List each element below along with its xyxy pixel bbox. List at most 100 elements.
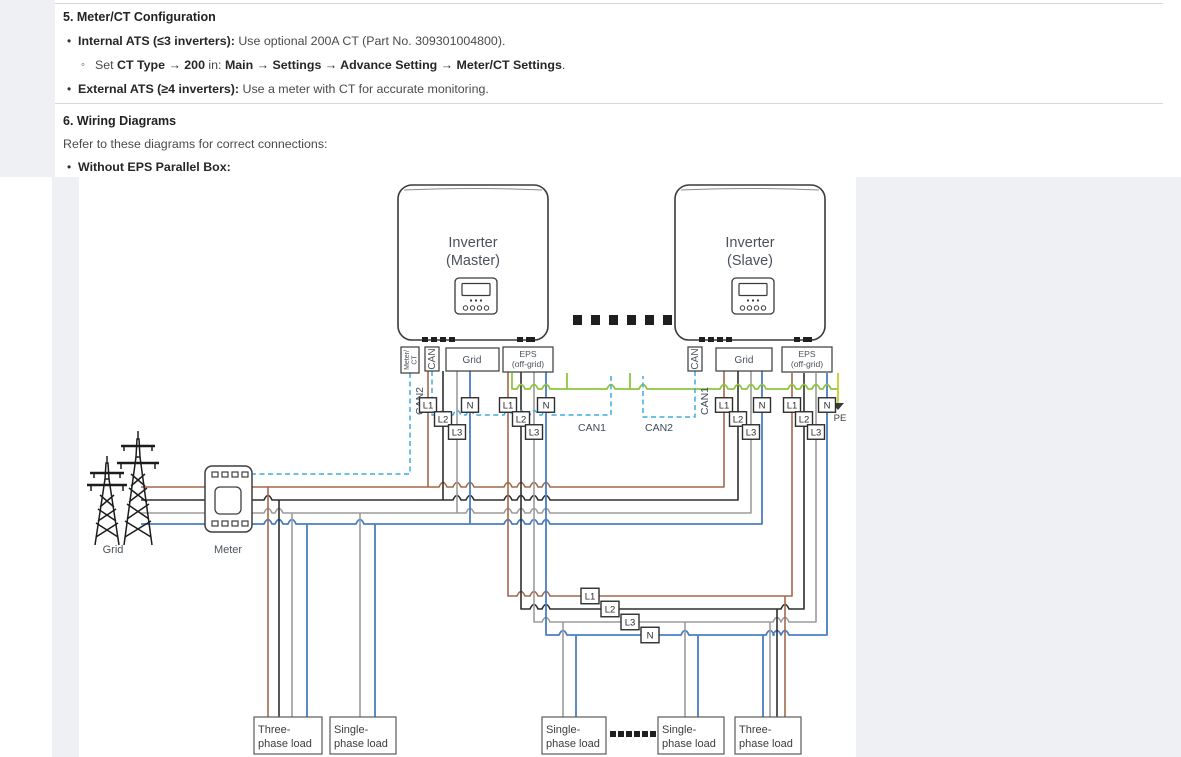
grid-label: Grid: [103, 544, 124, 556]
wiring-diagram-image: Inverter (Master) Inverter (Slave): [79, 177, 856, 757]
terminal-label-text: L3: [529, 427, 540, 438]
bullet1-text: Use optional 200A CT (Part No. 309301004…: [235, 34, 505, 48]
terminal-label-text: L1: [787, 400, 798, 411]
meter-label: Meter: [214, 544, 242, 556]
terminal-label-l2: L2: [601, 601, 619, 617]
sub-end: .: [562, 58, 565, 72]
port-eps-label-1: EPS: [519, 349, 536, 359]
bullet2-text: Use a meter with CT for accurate monitor…: [239, 82, 489, 96]
port-meterct-label-2: CT: [412, 355, 419, 365]
terminal-label-text: L2: [799, 414, 810, 425]
grid-towers-icon: [87, 431, 159, 545]
load-label: Three-: [258, 724, 291, 736]
left-gutter: [0, 0, 55, 177]
terminal-label-l3: L3: [526, 425, 543, 440]
port-can-label: CAN: [690, 348, 701, 369]
can1-link-label: CAN1: [578, 422, 606, 434]
load-label: Three-: [739, 724, 772, 736]
load-label: Single-: [546, 724, 581, 736]
sub-bold2: Main → Settings → Advance Setting → Mete…: [225, 58, 562, 72]
wire: [512, 373, 838, 389]
terminal-label-l3: L3: [808, 425, 825, 440]
section-divider: [55, 103, 1163, 104]
port-can-label: CAN: [427, 348, 438, 369]
terminal-label-text: L2: [605, 604, 616, 615]
terminal-label-text: L2: [516, 414, 527, 425]
more-loads-ellipsis: [610, 731, 656, 737]
inverter-master-label-2: (Master): [446, 253, 500, 269]
can2-link-label: CAN2: [645, 422, 673, 434]
pe-label: PE: [834, 413, 847, 424]
port-boxes: Meter/ CT CAN Grid EPS (off-grid) CAN Gr…: [401, 347, 832, 373]
terminal-label-text: L1: [585, 591, 596, 602]
bullet-marker: •: [67, 34, 71, 48]
meter-icon: [205, 466, 252, 532]
wire: [252, 371, 762, 524]
terminal-label-text: L3: [811, 427, 822, 438]
sub-pre: Set: [95, 58, 117, 72]
bullet2-line: External ATS (≥4 inverters): Use a meter…: [78, 82, 489, 96]
terminal-label-text: L2: [733, 414, 744, 425]
wire: [534, 372, 816, 622]
load-label: phase load: [334, 738, 388, 750]
wire: [252, 371, 738, 500]
port-meterct-label-1: Meter/: [404, 350, 411, 370]
bullet2-bold: External ATS (≥4 inverters):: [78, 82, 239, 96]
terminal-label-text: N: [467, 400, 474, 411]
terminal-label-text: L3: [746, 427, 757, 438]
wire: [643, 371, 695, 417]
load-single-phase-1: Single- phase load: [330, 717, 396, 754]
terminal-label-text: N: [647, 630, 654, 641]
wire: [252, 371, 751, 513]
load-label: phase load: [739, 738, 793, 750]
terminal-label-l1: L1: [716, 398, 733, 413]
terminal-label-l3: L3: [621, 614, 639, 630]
port-grid-label: Grid: [463, 355, 482, 366]
terminal-label-l1: L1: [500, 398, 517, 413]
bullet1-line: Internal ATS (≤3 inverters): Use optiona…: [78, 34, 505, 48]
bullet3-bold: Without EPS Parallel Box:: [78, 160, 231, 174]
bullet1-bold: Internal ATS (≤3 inverters):: [78, 34, 235, 48]
section-divider-top: [55, 3, 1163, 4]
terminal-label-l1: L1: [581, 588, 599, 604]
terminal-label-text: L1: [503, 400, 514, 411]
load-label: phase load: [662, 738, 716, 750]
bullet3-line: Without EPS Parallel Box:: [78, 160, 231, 174]
load-boxes: Three- phase load Single- phase load Sin…: [254, 717, 801, 754]
load-label: Single-: [662, 724, 697, 736]
inverter-master-box: Inverter (Master): [398, 185, 548, 342]
inverter-master-label-1: Inverter: [448, 235, 497, 251]
load-label: phase load: [546, 738, 600, 750]
inverter-display-icon: [732, 278, 774, 314]
terminal-label-l1: L1: [420, 398, 437, 413]
terminal-label-text: L3: [625, 617, 636, 628]
bullet-marker: •: [67, 160, 71, 174]
terminal-label-l3: L3: [449, 425, 466, 440]
sub-bullet-line: Set CT Type → 200 in: Main → Settings → …: [95, 58, 565, 72]
wire: [252, 373, 410, 474]
inverter-slave-label-1: Inverter: [725, 235, 774, 251]
section6-intro: Refer to these diagrams for correct conn…: [63, 137, 327, 151]
can1-port-label: CAN1: [699, 387, 711, 415]
load-label: phase load: [258, 738, 312, 750]
terminal-label-text: N: [543, 400, 550, 411]
terminal-label-l1: L1: [784, 398, 801, 413]
terminal-label-text: N: [824, 400, 831, 411]
load-single-phase-2: Single- phase load: [542, 717, 606, 754]
load-three-phase-1: Three- phase load: [254, 717, 322, 754]
bullet-marker: •: [67, 82, 71, 96]
terminal-label-n: N: [819, 398, 836, 413]
sub-mid: in:: [205, 58, 225, 72]
terminal-label-text: L1: [719, 400, 730, 411]
terminal-label-n: N: [641, 627, 659, 643]
inverter-slave-label-2: (Slave): [727, 253, 773, 269]
terminal-label-n: N: [462, 398, 479, 413]
document-page: 5. Meter/CT Configuration • Internal ATS…: [0, 0, 1181, 757]
port-eps-label-1: EPS: [798, 349, 815, 359]
load-single-phase-3: Single- phase load: [658, 717, 724, 754]
load-three-phase-2: Three- phase load: [735, 717, 801, 754]
terminal-label-n: N: [538, 398, 555, 413]
terminal-label-text: N: [759, 400, 766, 411]
terminal-label-l3: L3: [743, 425, 760, 440]
more-inverters-ellipsis: [573, 315, 672, 325]
